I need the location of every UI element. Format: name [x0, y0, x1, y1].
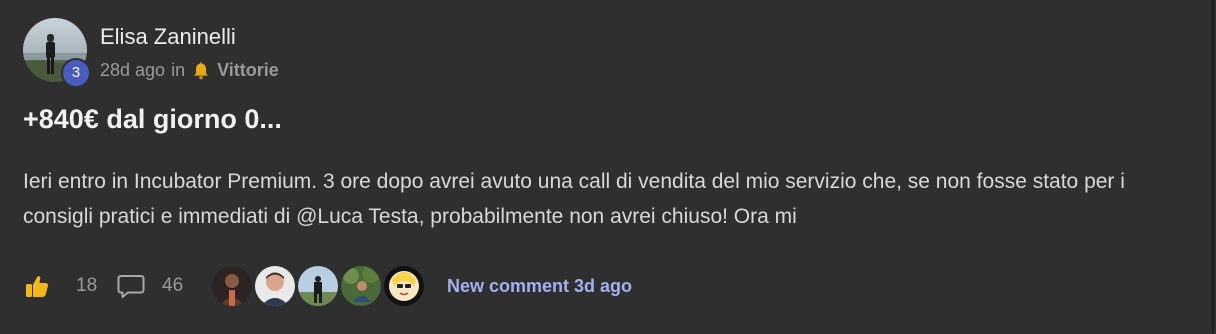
post-footer: 18 46 New comment 3d ago	[23, 264, 632, 308]
post-title[interactable]: +840€ dal giorno 0...	[23, 104, 282, 135]
participant-avatar[interactable]	[255, 266, 295, 306]
thumbs-up-icon[interactable]	[23, 272, 51, 300]
comment-count: 46	[162, 275, 184, 296]
speech-bubble-icon[interactable]	[116, 272, 146, 300]
post-meta: 28d ago in Vittorie	[100, 60, 279, 81]
post-body[interactable]: Ieri entro in Incubator Premium. 3 ore d…	[23, 164, 1183, 234]
level-badge: 3	[61, 58, 91, 88]
participant-avatars[interactable]	[212, 266, 427, 306]
author-name[interactable]: Elisa Zaninelli	[100, 24, 236, 50]
category-link[interactable]: Vittorie	[217, 60, 279, 81]
new-comment-link[interactable]: New comment 3d ago	[447, 276, 632, 297]
post-time: 28d ago	[100, 60, 166, 80]
in-word: in	[171, 60, 186, 80]
participant-avatar[interactable]	[384, 266, 424, 306]
bell-icon	[194, 61, 208, 79]
participant-avatar[interactable]	[298, 266, 338, 306]
like-count: 18	[76, 275, 98, 296]
post-card[interactable]: 3 Elisa Zaninelli 28d ago in Vittorie +8…	[0, 0, 1214, 333]
participant-avatar[interactable]	[341, 266, 381, 306]
participant-avatar[interactable]	[212, 266, 252, 306]
author-avatar-wrap[interactable]: 3	[23, 18, 91, 88]
